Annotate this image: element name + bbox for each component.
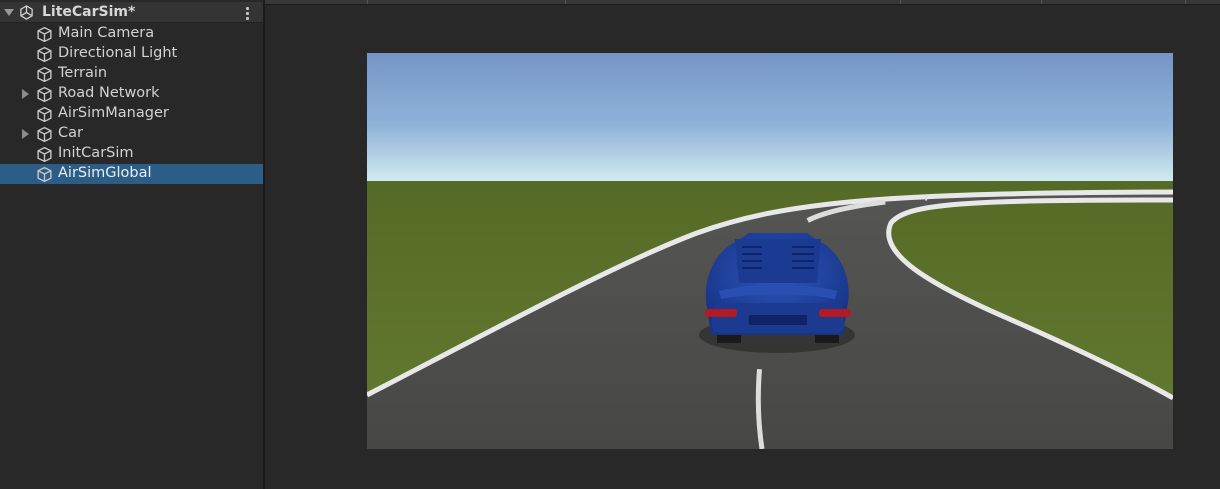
car bbox=[705, 233, 851, 343]
fold-arrow-icon[interactable] bbox=[22, 89, 29, 99]
sky bbox=[367, 53, 1173, 183]
hierarchy-item-initcarsim[interactable]: InitCarSim bbox=[0, 144, 263, 164]
cube-icon bbox=[37, 166, 52, 183]
hierarchy-item-label: Car bbox=[58, 125, 83, 141]
cube-icon bbox=[37, 106, 52, 123]
hierarchy-item-label: Terrain bbox=[58, 65, 108, 81]
hierarchy-tree: Main Camera Directional Light Terrain Ro… bbox=[0, 24, 263, 184]
hierarchy-item-road-network[interactable]: Road Network bbox=[0, 84, 263, 104]
scene-header[interactable]: LiteCarSim* bbox=[0, 2, 263, 23]
cube-icon bbox=[37, 86, 52, 103]
hierarchy-item-label: Directional Light bbox=[58, 45, 178, 61]
hierarchy-item-airsimglobal[interactable]: AirSimGlobal bbox=[0, 164, 263, 184]
game-viewport[interactable] bbox=[367, 53, 1173, 449]
cube-icon bbox=[37, 66, 52, 83]
tail-light-right bbox=[819, 309, 851, 317]
fold-arrow-icon[interactable] bbox=[22, 129, 29, 139]
hierarchy-item-terrain[interactable]: Terrain bbox=[0, 64, 263, 84]
hierarchy-item-airsimmanager[interactable]: AirSimManager bbox=[0, 104, 263, 124]
kebab-menu-icon[interactable] bbox=[246, 7, 250, 20]
hierarchy-item-label: AirSimGlobal bbox=[58, 165, 152, 181]
tail-light-left bbox=[705, 309, 737, 317]
game-view bbox=[265, 0, 1220, 489]
hierarchy-item-label: Main Camera bbox=[58, 25, 155, 41]
cube-icon bbox=[37, 126, 52, 143]
hierarchy-item-label: InitCarSim bbox=[58, 145, 134, 161]
hierarchy-item-car[interactable]: Car bbox=[0, 124, 263, 144]
cube-icon bbox=[37, 26, 52, 43]
unity-scene-icon bbox=[20, 5, 33, 20]
hierarchy-panel: LiteCarSim* Main Camera Directional Ligh… bbox=[0, 0, 265, 489]
cube-icon bbox=[37, 46, 52, 63]
game-render bbox=[367, 53, 1173, 449]
scene-fold-arrow-icon[interactable] bbox=[4, 9, 14, 16]
cube-icon bbox=[37, 146, 52, 163]
hierarchy-item-label: Road Network bbox=[58, 85, 160, 101]
scene-name: LiteCarSim* bbox=[42, 4, 136, 20]
hierarchy-item-label: AirSimManager bbox=[58, 105, 169, 121]
game-view-toolbar bbox=[265, 0, 1220, 5]
hierarchy-item-main-camera[interactable]: Main Camera bbox=[0, 24, 263, 44]
hierarchy-item-directional-light[interactable]: Directional Light bbox=[0, 44, 263, 64]
